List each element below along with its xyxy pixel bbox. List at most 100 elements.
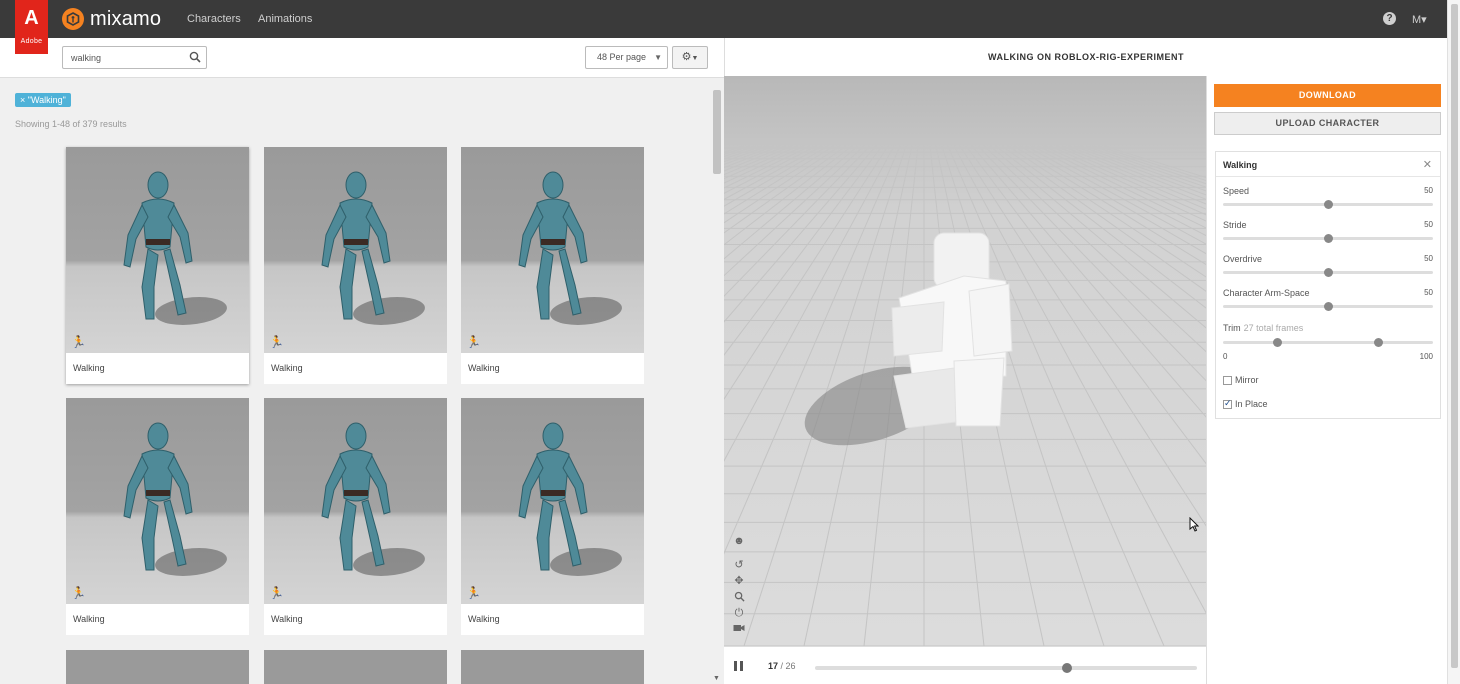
filter-tag[interactable]: × "Walking" — [15, 93, 71, 107]
param-slider[interactable] — [1223, 200, 1433, 209]
character-figure — [123, 171, 193, 320]
current-frame: 17 — [768, 661, 779, 671]
animation-card[interactable]: 🏃 Walking — [461, 398, 644, 635]
trim-label-text: Trim — [1223, 323, 1241, 333]
param-label: Overdrive — [1223, 254, 1263, 264]
animation-card-label: Walking — [271, 614, 303, 624]
page-scrollbar[interactable] — [1447, 0, 1460, 684]
animation-card[interactable] — [264, 650, 447, 684]
scrollbar-thumb[interactable] — [1451, 4, 1458, 668]
viewer-title: WALKING ON ROBLOX-RIG-EXPERIMENT — [724, 38, 1447, 76]
close-icon[interactable]: ✕ — [1423, 158, 1432, 171]
trim-end-handle[interactable] — [1373, 338, 1383, 347]
search-input[interactable] — [62, 46, 207, 69]
search-icon[interactable] — [189, 51, 201, 63]
trim-start-handle[interactable] — [1273, 338, 1283, 347]
animation-settings-card: Walking ✕ Speed 50 Stride 50 Overdrive 50 Char… — [1215, 151, 1441, 419]
animation-card[interactable]: 🏃 Walking — [66, 398, 249, 635]
viewport-scene — [724, 76, 1206, 646]
nav-animations[interactable]: Animations — [258, 13, 312, 25]
animation-card[interactable]: 🏃 Walking — [264, 398, 447, 635]
frame-counter: 17 / 26 — [768, 661, 796, 671]
param-slider[interactable] — [1223, 302, 1433, 311]
zoom-icon[interactable] — [733, 591, 745, 603]
param-value: 50 — [1424, 254, 1433, 263]
animation-card-label: Walking — [271, 363, 303, 373]
animation-card[interactable]: 🏃 Walking — [461, 147, 644, 384]
param-label: Character Arm-Space — [1223, 288, 1310, 298]
param-slider[interactable] — [1223, 234, 1433, 243]
trim-slider[interactable] — [1223, 338, 1433, 347]
animation-card[interactable] — [461, 650, 644, 684]
chevron-down-icon: ▼ — [654, 53, 662, 62]
results-scrollbar[interactable]: ▼ — [711, 78, 723, 684]
scroll-down-arrow-icon[interactable]: ▼ — [713, 675, 720, 682]
running-figure-icon: 🏃 — [466, 586, 481, 600]
help-icon[interactable]: ? — [1383, 12, 1396, 25]
settings-dropdown-button[interactable]: ⚙▼ — [672, 46, 708, 69]
in-place-option[interactable]: In Place — [1223, 398, 1268, 409]
mouse-cursor-icon — [1189, 517, 1199, 532]
nav-characters[interactable]: Characters — [187, 13, 241, 25]
mirror-option[interactable]: Mirror — [1223, 375, 1259, 385]
running-figure-icon: 🏃 — [466, 335, 481, 349]
mirror-checkbox[interactable] — [1223, 375, 1232, 385]
animation-name: Walking — [1223, 160, 1258, 170]
3d-viewport[interactable] — [724, 76, 1206, 646]
mirror-label: Mirror — [1235, 375, 1259, 385]
top-bar: mixamo Characters Animations ? M▾ — [0, 0, 1447, 38]
running-figure-icon: 🏃 — [269, 586, 284, 600]
adobe-logo[interactable]: A Adobe — [15, 0, 48, 54]
trim-min: 0 — [1223, 352, 1228, 361]
animation-thumbnail — [461, 650, 644, 684]
per-page-select[interactable]: 48 Per page ▼ — [585, 46, 668, 69]
animation-card-label: Walking — [73, 363, 105, 373]
power-icon[interactable]: ⏻ — [733, 607, 745, 619]
trim-max: 100 — [1419, 352, 1433, 361]
camera-icon[interactable] — [733, 623, 745, 635]
animation-card[interactable] — [66, 650, 249, 684]
slider-handle[interactable] — [1323, 268, 1333, 277]
animation-card[interactable]: 🏃 Walking — [66, 147, 249, 384]
trim-label: Trim 27 total frames — [1223, 323, 1303, 333]
param-label: Stride — [1223, 220, 1247, 230]
timeline-scrubber[interactable] — [815, 663, 1197, 673]
running-figure-icon: 🏃 — [71, 586, 86, 600]
search-toolbar: 48 Per page ▼ ⚙▼ — [0, 38, 724, 78]
user-menu[interactable]: M▾ — [1412, 13, 1427, 26]
total-frames: / 26 — [778, 661, 796, 671]
running-figure-icon: 🏃 — [269, 335, 284, 349]
animation-thumbnail: 🏃 — [66, 398, 249, 604]
slider-handle[interactable] — [1323, 200, 1333, 209]
playback-timeline: 17 / 26 — [724, 646, 1206, 684]
pause-button[interactable] — [734, 661, 744, 671]
brand-name: mixamo — [90, 7, 162, 30]
param-value: 50 — [1424, 220, 1433, 229]
param-label: Speed — [1223, 186, 1250, 196]
animation-card-label: Walking — [73, 614, 105, 624]
in-place-label: In Place — [1235, 399, 1268, 409]
animation-card[interactable]: 🏃 Walking — [264, 147, 447, 384]
divider — [1216, 176, 1440, 177]
scrollbar-thumb[interactable] — [713, 90, 721, 174]
gear-icon: ⚙ — [681, 51, 692, 63]
per-page-value: 48 Per page — [597, 52, 647, 62]
character-figure — [123, 422, 193, 571]
scrubber-handle[interactable] — [1062, 663, 1073, 673]
mixamo-logo-icon — [62, 8, 84, 30]
character-figure — [518, 171, 588, 320]
param-slider[interactable] — [1223, 268, 1433, 277]
slider-handle[interactable] — [1323, 302, 1333, 311]
reset-view-icon[interactable]: ↺ — [733, 559, 745, 571]
in-place-checkbox[interactable] — [1223, 398, 1232, 409]
param-value: 50 — [1424, 186, 1433, 195]
character-figure — [321, 422, 391, 571]
animation-browser: 48 Per page ▼ ⚙▼ × "Walking" Showing 1-4… — [0, 38, 724, 684]
pan-icon[interactable]: ✥ — [733, 575, 745, 587]
upload-character-button[interactable]: UPLOAD CHARACTER — [1214, 112, 1441, 135]
slider-handle[interactable] — [1323, 234, 1333, 243]
download-button[interactable]: DOWNLOAD — [1214, 84, 1441, 107]
skeleton-icon[interactable]: ☻ — [733, 535, 745, 547]
param-value: 50 — [1424, 288, 1433, 297]
mixamo-logo[interactable]: mixamo — [62, 7, 161, 31]
